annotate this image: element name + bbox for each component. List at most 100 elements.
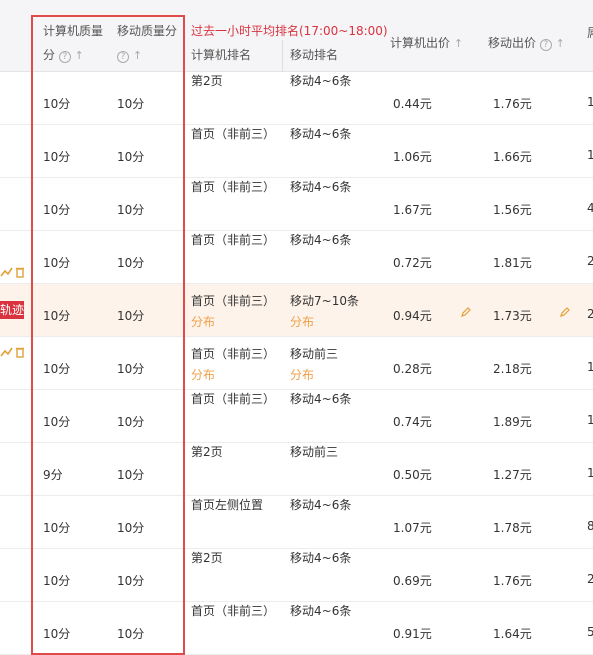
table-row: 10分 10分 首页（非前三） 移动4~6条 0.91元 1.64元 5 (0, 602, 593, 655)
trend-and-delete-icon[interactable] (0, 345, 30, 359)
mobile-quality-value: 10分 (117, 203, 145, 217)
pc-rank-value: 首页左侧位置 (191, 498, 264, 512)
pc-rank-value: 首页（非前三） (191, 180, 276, 194)
header-pc-quality-line2: 分 (43, 48, 56, 62)
mobile-bid-value: 2.18元 (493, 362, 532, 376)
pc-bid-value: 1.06元 (393, 150, 432, 164)
mobile-rank-value: 移动4~6条 (290, 127, 352, 141)
keyword-table: 计算机质量 分 ? ↑ 移动质量分 ? ↑ 过去一小时平均排名(17:00~18… (0, 0, 593, 655)
mobile-quality-value: 10分 (117, 468, 145, 482)
mobile-quality-value: 10分 (117, 256, 145, 270)
pc-rank-value: 首页（非前三） (191, 127, 276, 141)
pc-quality-value: 10分 (43, 627, 71, 641)
help-icon[interactable]: ? (117, 51, 129, 63)
header-mobile-quality[interactable]: 移动质量分 (117, 20, 177, 42)
mobile-quality-value: 10分 (117, 521, 145, 535)
pc-rank-value: 首页（非前三） (191, 392, 276, 406)
sort-arrow-icon[interactable]: ↑ (133, 49, 142, 62)
mobile-rank-value: 移动4~6条 (290, 180, 352, 194)
table-row: 10分 10分 首页（非前三） 移动4~6条 0.72元 1.81元 2 (0, 231, 593, 284)
pc-bid-value: 0.74元 (393, 415, 432, 429)
mobile-rank-value: 移动前三 (290, 347, 339, 361)
mobile-quality-value: 10分 (117, 574, 145, 588)
edit-pencil-icon[interactable] (460, 306, 472, 318)
mobile-quality-value: 10分 (117, 627, 145, 641)
pc-rank-value: 首页（非前三） (191, 294, 276, 308)
mobile-rank-value: 移动4~6条 (290, 233, 352, 247)
header-pc-quality-line2-wrap[interactable]: 分 ? ↑ (43, 44, 84, 67)
header-mobile-bid[interactable]: 移动出价 ? ↑ (488, 32, 565, 55)
pc-rank-value: 首页（非前三） (191, 233, 276, 247)
cut-column-value: 1 (587, 148, 593, 162)
cut-column-value: 1 (587, 466, 593, 480)
mobile-bid-value: 1.76元 (493, 97, 532, 111)
table-header: 计算机质量 分 ? ↑ 移动质量分 ? ↑ 过去一小时平均排名(17:00~18… (0, 0, 593, 72)
header-pc-bid-label: 计算机出价 (390, 36, 451, 50)
header-mobile-bid-label: 移动出价 (488, 36, 537, 50)
mobile-bid-value: 1.81元 (493, 256, 532, 270)
mobile-rank-value: 移动4~6条 (290, 551, 352, 565)
pc-rank-distribution-link[interactable]: 分布 (191, 313, 215, 330)
pc-bid-value: 0.69元 (393, 574, 432, 588)
cut-column-value: 8 (587, 519, 593, 533)
trend-and-delete-icon[interactable] (0, 265, 30, 279)
mobile-bid-value: 1.76元 (493, 574, 532, 588)
mobile-bid-value: 1.27元 (493, 468, 532, 482)
header-mobile-quality-icons[interactable]: ? ↑ (117, 44, 142, 67)
mobile-quality-value: 10分 (117, 309, 145, 323)
pc-rank-value: 第2页 (191, 445, 223, 459)
edit-pencil-icon[interactable] (559, 306, 571, 318)
mobile-quality-value: 10分 (117, 362, 145, 376)
mobile-rank-value: 移动4~6条 (290, 74, 352, 88)
sort-arrow-icon[interactable]: ↑ (556, 37, 565, 50)
pc-quality-value: 10分 (43, 362, 71, 376)
cut-column-value: 1 (587, 413, 593, 427)
pc-bid-value: 0.72元 (393, 256, 432, 270)
mobile-quality-value: 10分 (117, 415, 145, 429)
mobile-rank-value: 移动4~6条 (290, 392, 352, 406)
header-pc-bid[interactable]: 计算机出价 ↑ (390, 32, 463, 55)
pc-quality-value: 10分 (43, 309, 71, 323)
table-row: 10分 10分 首页（非前三） 移动4~6条 0.74元 1.89元 1 (0, 390, 593, 443)
pc-rank-value: 第2页 (191, 551, 223, 565)
pc-quality-value: 10分 (43, 574, 71, 588)
pc-bid-value: 0.28元 (393, 362, 432, 376)
column-divider (282, 40, 283, 72)
pc-quality-value: 10分 (43, 256, 71, 270)
header-pc-rank[interactable]: 计算机排名 (191, 44, 251, 66)
cut-column-value: 4 (587, 201, 593, 215)
mobile-rank-distribution-link[interactable]: 分布 (290, 313, 314, 330)
pc-quality-value: 10分 (43, 97, 71, 111)
mobile-rank-distribution-link[interactable]: 分布 (290, 366, 314, 383)
header-pc-quality[interactable]: 计算机质量 (43, 20, 103, 42)
header-pc-quality-line1: 计算机质量 (43, 24, 104, 38)
pc-bid-value: 0.94元 (393, 309, 432, 323)
header-mobile-quality-label: 移动质量分 (117, 24, 178, 38)
help-icon[interactable]: ? (58, 51, 71, 63)
header-mobile-rank[interactable]: 移动排名 (290, 44, 338, 66)
pc-quality-value: 10分 (43, 521, 71, 535)
sort-arrow-icon[interactable]: ↑ (454, 37, 463, 50)
cut-column-value: 2 (587, 307, 593, 321)
mobile-rank-value: 移动7~10条 (290, 294, 359, 308)
pc-rank-value: 首页（非前三） (191, 604, 276, 618)
table-row: 10分 10分 首页（非前三） 移动4~6条 1.67元 1.56元 4 (0, 178, 593, 231)
pc-quality-value: 10分 (43, 415, 71, 429)
table-row: 10分 10分 第2页 移动4~6条 0.44元 1.76元 1 (0, 72, 593, 125)
pc-bid-value: 0.50元 (393, 468, 432, 482)
mobile-bid-value: 1.73元 (493, 309, 532, 323)
pc-quality-value: 9分 (43, 468, 63, 482)
cut-column-value: 2 (587, 572, 593, 586)
sort-arrow-icon[interactable]: ↑ (75, 49, 84, 62)
help-icon[interactable]: ? (539, 39, 552, 51)
pc-rank-distribution-link[interactable]: 分布 (191, 366, 215, 383)
mobile-quality-value: 10分 (117, 150, 145, 164)
mobile-rank-value: 移动前三 (290, 445, 339, 459)
table-row: 10分 10分 首页（非前三） 分布 移动前三 分布 0.28元 2.18元 1 (0, 337, 593, 390)
track-tag[interactable]: 轨迹 (0, 301, 24, 319)
mobile-bid-value: 1.66元 (493, 150, 532, 164)
pc-quality-value: 10分 (43, 150, 71, 164)
pc-bid-value: 1.67元 (393, 203, 432, 217)
cut-column-value: 2 (587, 254, 593, 268)
pc-rank-value: 第2页 (191, 74, 223, 88)
